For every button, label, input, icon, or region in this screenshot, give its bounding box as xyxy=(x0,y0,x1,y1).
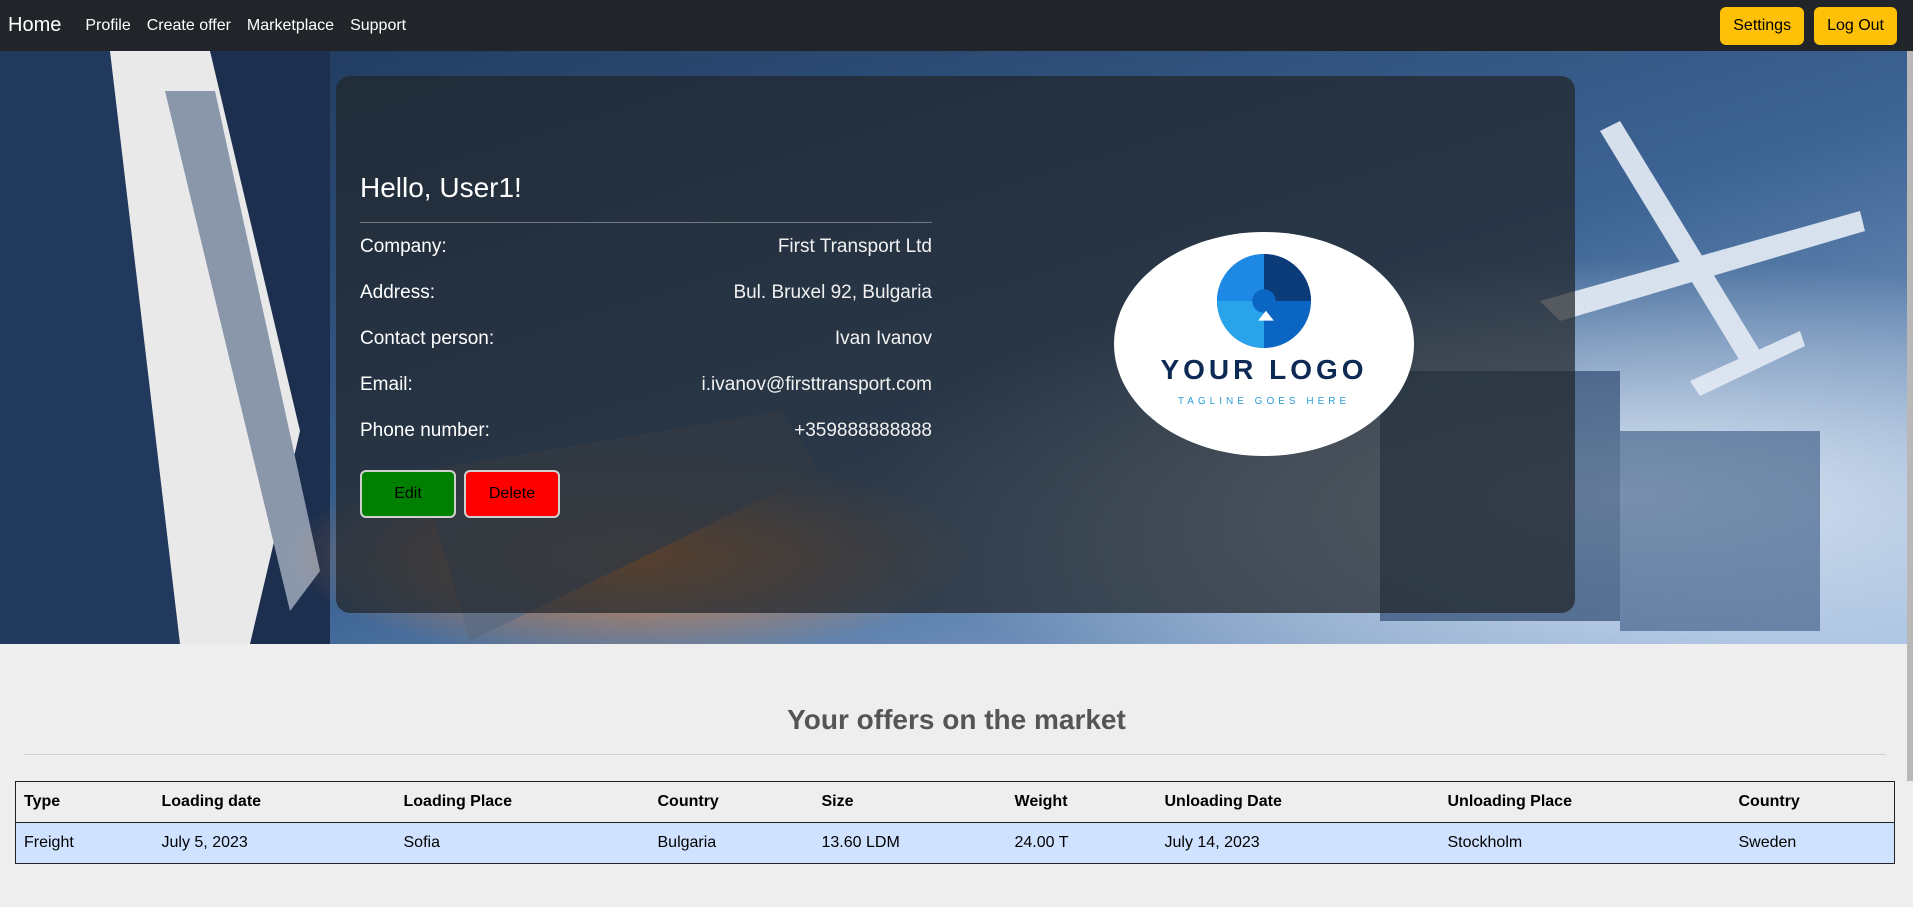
col-unloading-place: Unloading Place xyxy=(1447,793,1572,810)
col-unloading-date: Unloading Date xyxy=(1164,793,1282,810)
top-navbar: Home Profile Create offer Marketplace Su… xyxy=(0,0,1913,51)
logo-mark-icon xyxy=(1216,253,1312,349)
phone-value: +359888888888 xyxy=(794,420,932,441)
address-row: Address: Bul. Bruxel 92, Bulgaria xyxy=(360,278,932,308)
nav-home-link[interactable]: Home xyxy=(8,14,61,37)
phone-row: Phone number: +359888888888 xyxy=(360,416,932,446)
col-loading-date: Loading date xyxy=(161,793,262,810)
nav-support-link[interactable]: Support xyxy=(350,17,406,35)
greeting-heading: Hello, User1! xyxy=(360,172,522,203)
offers-section-divider xyxy=(24,754,1886,755)
profile-card: Hello, User1! Company: First Transport L… xyxy=(336,76,1575,613)
contact-person-row: Contact person: Ivan Ivanov xyxy=(360,324,932,354)
edit-button[interactable]: Edit xyxy=(360,470,456,518)
address-value: Bul. Bruxel 92, Bulgaria xyxy=(733,282,932,303)
nav-marketplace-link[interactable]: Marketplace xyxy=(247,17,334,35)
col-unloading-country: Country xyxy=(1738,793,1800,810)
email-label: Email: xyxy=(360,374,413,395)
page-scrollbar[interactable] xyxy=(1907,51,1913,781)
cell-unloading-place: Stockholm xyxy=(1447,834,1523,851)
nav-actions: Settings Log Out xyxy=(1720,6,1905,45)
cell-loading-date: July 5, 2023 xyxy=(161,834,248,851)
nav-create-offer-link[interactable]: Create offer xyxy=(147,17,231,35)
cell-size: 13.60 LDM xyxy=(821,834,900,851)
logo-wordmark: YOUR LOGO xyxy=(1160,354,1368,385)
logout-button[interactable]: Log Out xyxy=(1814,6,1897,45)
header-row: Type Loading date Loading Place Country … xyxy=(15,781,1895,823)
delete-button[interactable]: Delete xyxy=(464,470,560,518)
address-label: Address: xyxy=(360,282,435,303)
company-value: First Transport Ltd xyxy=(777,236,932,257)
settings-button[interactable]: Settings xyxy=(1720,6,1805,45)
email-row: Email: i.ivanov@firsttransport.com xyxy=(360,370,932,400)
offers-section-title: Your offers on the market xyxy=(787,704,1126,735)
contact-person-label: Contact person: xyxy=(360,328,495,349)
offers-table: Type Loading date Loading Place Country … xyxy=(15,781,1895,864)
col-loading-place: Loading Place xyxy=(403,793,512,810)
email-value: i.ivanov@firsttransport.com xyxy=(701,374,932,395)
nav-profile-link[interactable]: Profile xyxy=(85,17,130,35)
phone-label: Phone number: xyxy=(360,420,490,441)
company-label: Company: xyxy=(360,236,447,257)
cell-loading-place: Sofia xyxy=(403,834,440,851)
cell-type: Freight xyxy=(24,834,74,851)
cell-unloading-date: July 14, 2023 xyxy=(1164,834,1260,851)
company-row: Company: First Transport Ltd xyxy=(360,232,932,262)
col-type: Type xyxy=(24,793,61,810)
col-size: Size xyxy=(821,793,854,810)
cell-unloading-country: Sweden xyxy=(1738,834,1797,851)
contact-person-value: Ivan Ivanov xyxy=(834,328,932,349)
table-row[interactable]: Freight July 5, 2023 Sofia Bulgaria 13.6… xyxy=(15,822,1895,864)
company-logo: YOUR LOGO TAGLINE GOES HERE xyxy=(1114,232,1414,456)
hero-banner: Hello, User1! Company: First Transport L… xyxy=(0,51,1913,644)
cell-weight: 24.00 T xyxy=(1014,834,1069,851)
offers-table-header: Type Loading date Loading Place Country … xyxy=(15,781,1895,823)
col-weight: Weight xyxy=(1014,793,1068,810)
logo-tagline: TAGLINE GOES HERE xyxy=(1177,396,1351,407)
greeting-divider xyxy=(360,222,932,223)
col-loading-country: Country xyxy=(657,793,719,810)
cell-loading-country: Bulgaria xyxy=(657,834,717,851)
